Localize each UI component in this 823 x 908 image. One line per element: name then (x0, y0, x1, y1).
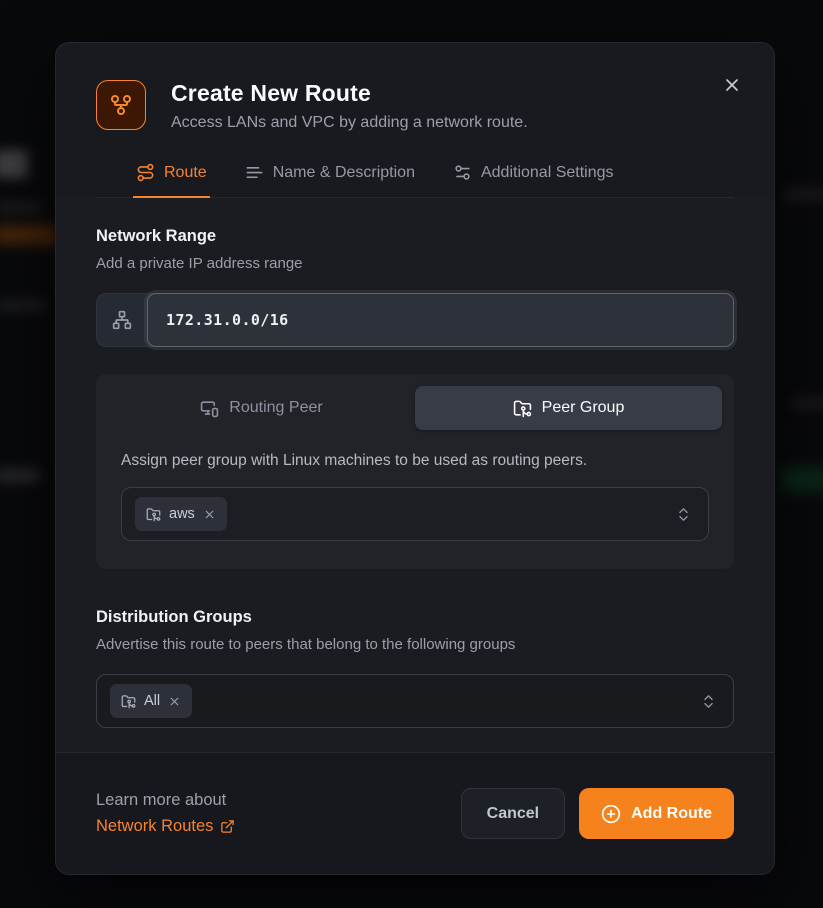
network-range-description: Add a private IP address range (96, 255, 734, 272)
modal-subtitle: Access LANs and VPC by adding a network … (171, 114, 528, 132)
routing-peers-description: Assign peer group with Linux machines to… (121, 452, 709, 470)
toggle-routing-peer[interactable]: Routing Peer (108, 386, 415, 430)
add-route-button[interactable]: Add Route (579, 788, 734, 839)
network-routes-link[interactable]: Network Routes (96, 814, 235, 840)
tab-additional-settings[interactable]: Additional Settings (453, 163, 614, 197)
peer-type-toggle: Routing Peer Peer Group (108, 386, 722, 430)
remove-tag-x-icon[interactable] (203, 508, 216, 521)
external-link-icon (220, 819, 235, 834)
folder-git-icon (513, 399, 532, 418)
learn-more: Learn more about Network Routes (96, 788, 235, 839)
create-route-modal: Create New Route Access LANs and VPC by … (55, 42, 775, 875)
modal-header: Create New Route Access LANs and VPC by … (56, 43, 774, 198)
sliders-icon (453, 163, 472, 182)
network-icon (97, 294, 147, 346)
tab-route[interactable]: Route (136, 163, 207, 197)
tag-label: All (144, 693, 160, 709)
x-icon (722, 75, 742, 95)
distribution-groups-select[interactable]: All (96, 674, 734, 728)
close-button[interactable] (712, 65, 752, 105)
network-range-input[interactable] (148, 311, 733, 329)
link-label: Network Routes (96, 814, 213, 840)
route-icon (136, 163, 155, 182)
distribution-groups-description: Advertise this route to peers that belon… (96, 636, 734, 653)
folder-git-icon (121, 694, 136, 709)
peer-group-select[interactable]: aws (121, 487, 709, 541)
tab-label: Route (164, 164, 207, 182)
remove-tag-x-icon[interactable] (168, 695, 181, 708)
git-fork-icon (96, 80, 146, 130)
text-lines-icon (245, 163, 264, 182)
toggle-label: Peer Group (542, 399, 625, 417)
network-range-section: Network Range Add a private IP address r… (96, 227, 734, 347)
routing-peers-card: Routing Peer Peer Group Assign peer grou… (96, 374, 734, 569)
distribution-groups-section: Distribution Groups Advertise this route… (96, 608, 734, 728)
chevrons-up-down-icon (675, 506, 692, 523)
add-route-label: Add Route (631, 805, 712, 823)
modal-title: Create New Route (171, 80, 528, 107)
modal-body: Network Range Add a private IP address r… (56, 198, 774, 752)
tag-label: aws (169, 506, 195, 522)
cancel-button[interactable]: Cancel (461, 788, 565, 839)
network-range-input-wrap (147, 293, 734, 347)
modal-tabs: Route Name & Description Additional Sett… (96, 163, 734, 198)
circle-plus-icon (601, 804, 621, 824)
distribution-groups-title: Distribution Groups (96, 608, 734, 627)
tab-label: Additional Settings (481, 164, 614, 182)
toggle-label: Routing Peer (229, 399, 322, 417)
chevrons-up-down-icon (700, 693, 717, 710)
modal-footer: Learn more about Network Routes Cancel A… (56, 752, 774, 874)
tab-label: Name & Description (273, 164, 415, 182)
selected-group-tag: All (110, 684, 192, 718)
network-range-field (96, 293, 734, 347)
learn-more-text: Learn more about (96, 791, 226, 809)
selected-group-tag: aws (135, 497, 227, 531)
toggle-peer-group[interactable]: Peer Group (415, 386, 722, 430)
monitor-smartphone-icon (200, 399, 219, 418)
network-range-title: Network Range (96, 227, 734, 246)
tab-name-description[interactable]: Name & Description (245, 163, 415, 197)
folder-git-icon (146, 507, 161, 522)
